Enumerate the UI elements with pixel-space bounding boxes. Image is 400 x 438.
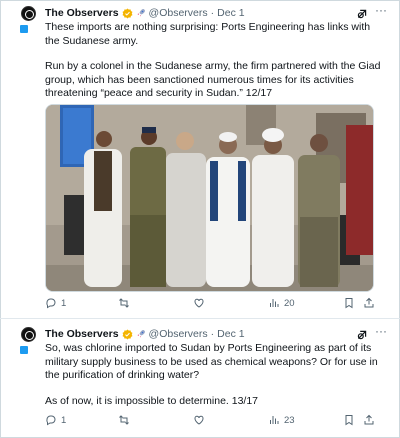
separator-dot: ·: [210, 328, 215, 340]
grok-icon[interactable]: [356, 8, 368, 20]
tweet-date[interactable]: Dec 1: [217, 328, 244, 340]
retweet-icon: [119, 415, 129, 425]
like-button[interactable]: [193, 414, 209, 426]
reply-icon: [46, 415, 56, 426]
grok-icon[interactable]: [356, 329, 368, 341]
more-icon[interactable]: ···: [375, 4, 389, 18]
tweet-photo[interactable]: [45, 104, 374, 292]
reply-count: 1: [61, 414, 67, 426]
reply-count: 1: [61, 297, 67, 309]
like-icon: [194, 415, 204, 425]
more-icon[interactable]: ···: [375, 325, 389, 339]
share-button[interactable]: [363, 297, 375, 309]
author-handle[interactable]: @Observers: [149, 328, 208, 340]
rocket-emoji-icon: [137, 330, 145, 338]
like-icon: [194, 298, 204, 308]
retweet-button[interactable]: [118, 414, 134, 426]
affiliate-badge-icon: [20, 25, 28, 33]
reply-button[interactable]: 1: [45, 414, 66, 426]
rocket-emoji-icon: [137, 9, 145, 17]
tweet-actions: 1 20: [45, 296, 377, 310]
verified-badge-icon: [122, 8, 132, 18]
bookmark-icon: [345, 415, 353, 426]
share-button[interactable]: [363, 414, 375, 426]
tweet-text: These imports are nothing surprising: Po…: [45, 21, 385, 101]
author-handle[interactable]: @Observers: [149, 7, 208, 19]
views-count: 20: [284, 297, 295, 309]
bookmark-button[interactable]: [343, 414, 355, 426]
views-count: 23: [284, 414, 295, 426]
share-icon: [364, 297, 374, 308]
retweet-button[interactable]: [118, 297, 134, 309]
group-photo-image: [46, 105, 373, 291]
views-button[interactable]: 23: [268, 414, 295, 426]
views-button[interactable]: 20: [268, 297, 295, 309]
logo-avatar-icon[interactable]: [21, 6, 36, 21]
tweet-12[interactable]: The Observers @Observers · Dec 1 ··· The…: [0, 0, 400, 319]
bookmark-button[interactable]: [343, 297, 355, 309]
author-name[interactable]: The Observers: [45, 328, 119, 340]
logo-avatar-icon[interactable]: [21, 327, 36, 342]
tweet-paragraph: So, was chlorine imported to Sudan by Po…: [45, 342, 378, 381]
reply-icon: [46, 298, 56, 309]
like-button[interactable]: [193, 297, 209, 309]
tweet-actions: 1 23: [45, 413, 377, 427]
tweet-date[interactable]: Dec 1: [217, 7, 244, 19]
reply-button[interactable]: 1: [45, 297, 66, 309]
tweet-13[interactable]: The Observers @Observers · Dec 1 ··· So,…: [0, 319, 400, 438]
tweet-header: The Observers @Observers · Dec 1: [45, 7, 245, 19]
tweet-paragraph: These imports are nothing surprising: Po…: [45, 21, 371, 47]
verified-badge-icon: [122, 329, 132, 339]
views-icon: [270, 299, 279, 307]
views-icon: [270, 416, 279, 424]
author-name[interactable]: The Observers: [45, 7, 119, 19]
tweet-paragraph: As of now, it is impossible to determine…: [45, 394, 259, 407]
bookmark-icon: [345, 298, 353, 309]
share-icon: [364, 414, 374, 425]
tweet-text: So, was chlorine imported to Sudan by Po…: [45, 342, 385, 408]
separator-dot: ·: [210, 7, 215, 19]
tweet-header: The Observers @Observers · Dec 1: [45, 328, 245, 340]
retweet-icon: [119, 298, 129, 308]
affiliate-badge-icon: [20, 346, 28, 354]
tweet-paragraph: Run by a colonel in the Sudanese army, t…: [45, 60, 381, 99]
